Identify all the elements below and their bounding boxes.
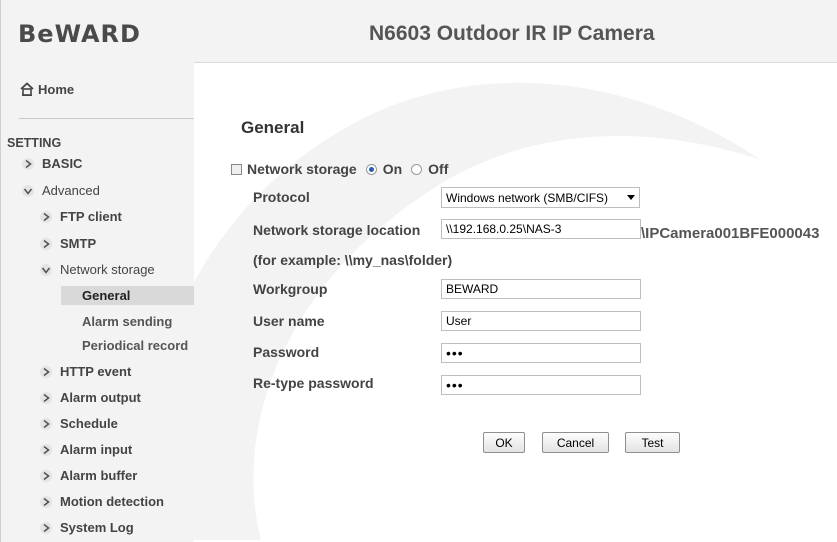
section-title: General <box>241 118 305 137</box>
sidebar-item-label: BASIC <box>42 156 83 171</box>
arrow-right-icon <box>22 157 34 170</box>
password-label: Password <box>253 344 320 360</box>
sidebar-item-label: SMTP <box>60 236 97 251</box>
sidebar-item-ftp-client[interactable]: FTP client <box>39 209 122 224</box>
setting-heading: SETTING <box>7 136 62 150</box>
arrow-right-icon <box>40 417 52 430</box>
retype-password-input[interactable]: ••• <box>441 375 641 395</box>
sidebar-item-basic[interactable]: BASIC <box>21 156 82 171</box>
sidebar-item-smtp[interactable]: SMTP <box>39 236 96 251</box>
sidebar-divider <box>19 118 194 119</box>
network-storage-location-label: Network storage location <box>253 222 421 238</box>
sidebar: Home SETTING BASIC Advanced FTP client S… <box>1 62 194 542</box>
network-storage-on-radio[interactable] <box>365 163 377 175</box>
sidebar-item-label: Advanced <box>42 183 100 198</box>
ok-button[interactable]: OK <box>483 432 525 453</box>
network-storage-off-radio[interactable] <box>411 163 423 175</box>
sidebar-item-advanced[interactable]: Advanced <box>21 183 100 198</box>
user-name-label: User name <box>253 313 325 329</box>
sidebar-item-label: Alarm buffer <box>60 468 138 483</box>
network-storage-off-label: Off <box>428 161 449 177</box>
page-title: N6603 Outdoor IR IP Camera <box>369 22 655 45</box>
password-input[interactable]: ••• <box>441 343 641 363</box>
sidebar-item-general[interactable]: General <box>61 286 194 305</box>
arrow-right-icon <box>40 365 52 378</box>
network-storage-on-label: On <box>382 161 403 177</box>
user-name-input[interactable] <box>441 311 641 331</box>
sidebar-item-motion-detection[interactable]: Motion detection <box>39 494 164 509</box>
arrow-down-icon <box>22 184 34 197</box>
sidebar-item-label: Alarm output <box>60 390 141 405</box>
camera-settings-page: BeWARD N6603 Outdoor IR IP Camera Home S… <box>0 0 837 542</box>
retype-password-label: Re-type password <box>253 375 374 391</box>
workgroup-label: Workgroup <box>253 281 328 297</box>
arrow-right-icon <box>40 391 52 404</box>
sidebar-item-alarm-sending[interactable]: Alarm sending <box>82 314 172 329</box>
arrow-right-icon <box>40 521 52 534</box>
arrow-right-icon <box>40 469 52 482</box>
sidebar-item-label: System Log <box>60 520 134 535</box>
sidebar-item-periodical-record[interactable]: Periodical record <box>82 338 188 353</box>
sidebar-item-label: Alarm input <box>60 442 133 457</box>
main-content: General Network storage On Off Protocol … <box>194 62 837 542</box>
cancel-button[interactable]: Cancel <box>542 432 609 453</box>
network-storage-checkbox[interactable] <box>231 163 242 175</box>
sidebar-item-label: HTTP event <box>60 364 132 379</box>
beward-logo: BeWARD <box>18 20 141 48</box>
sidebar-item-alarm-input[interactable]: Alarm input <box>39 442 132 457</box>
sidebar-item-alarm-output[interactable]: Alarm output <box>39 390 141 405</box>
arrow-right-icon <box>40 443 52 456</box>
workgroup-input[interactable] <box>441 279 641 299</box>
sidebar-item-system-log[interactable]: System Log <box>39 520 134 535</box>
home-link[interactable]: Home <box>19 82 74 97</box>
sidebar-item-label: Network storage <box>60 262 155 277</box>
network-storage-location-input[interactable] <box>441 219 641 239</box>
protocol-select-value: Windows network (SMB/CIFS) <box>446 190 609 205</box>
dropdown-arrow-icon <box>627 195 635 200</box>
header-bar: BeWARD N6603 Outdoor IR IP Camera <box>1 0 837 63</box>
sidebar-item-alarm-buffer[interactable]: Alarm buffer <box>39 468 137 483</box>
location-suffix: \IPCamera001BFE000043 <box>641 225 820 242</box>
home-label: Home <box>38 82 75 97</box>
sidebar-item-label: FTP client <box>60 209 122 224</box>
arrow-right-icon <box>40 495 52 508</box>
protocol-select[interactable]: Windows network (SMB/CIFS) <box>441 187 640 208</box>
sidebar-item-label: Motion detection <box>60 494 164 509</box>
sidebar-item-http-event[interactable]: HTTP event <box>39 364 131 379</box>
home-icon <box>20 82 34 96</box>
test-button[interactable]: Test <box>625 432 680 453</box>
sidebar-item-label: Schedule <box>60 416 118 431</box>
location-example-label: (for example: \\my_nas\folder) <box>253 252 453 268</box>
arrow-right-icon <box>40 237 52 250</box>
network-storage-label: Network storage <box>247 161 357 177</box>
network-storage-row: Network storage On Off <box>231 161 448 177</box>
arrow-right-icon <box>40 210 52 223</box>
arrow-down-icon <box>40 263 52 276</box>
sidebar-item-schedule[interactable]: Schedule <box>39 416 118 431</box>
protocol-label: Protocol <box>253 189 310 205</box>
sidebar-item-network-storage[interactable]: Network storage <box>39 262 155 277</box>
